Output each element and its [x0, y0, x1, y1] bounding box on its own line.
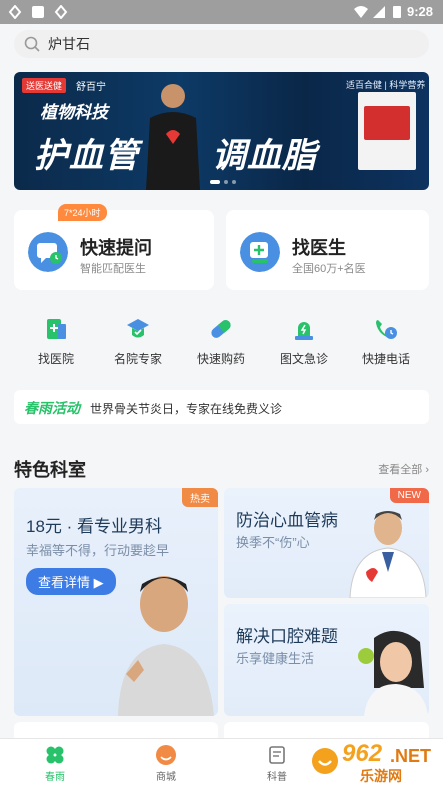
app-icon [32, 6, 44, 18]
quick-item-label: 快捷电话 [361, 352, 410, 366]
site-watermark: 962 .NET 乐游网 [306, 740, 442, 786]
feature-title: 18元 · 看专业男科 [26, 517, 163, 536]
phone-icon [376, 320, 397, 339]
smiling-woman-image [358, 630, 428, 716]
view-all-label: 查看全部 [378, 464, 423, 476]
watermark-suffix: .NET [390, 746, 432, 766]
quick-item-hospital[interactable]: 找医院 [16, 316, 96, 367]
battery-icon [393, 6, 401, 18]
banner-headline-right: 调血脂 [212, 137, 317, 175]
clover-icon [46, 746, 64, 764]
chevron-right-icon: › [425, 464, 429, 476]
hospital-icon [47, 319, 66, 339]
view-details-label: 查看详情 [38, 575, 91, 590]
new-badge: NEW [389, 488, 429, 503]
quick-item-label: 找医院 [37, 352, 74, 366]
activity-logo: 春雨活动 [24, 400, 80, 416]
quick-item-label: 快速购药 [196, 352, 245, 366]
tab-mall[interactable]: 商城 [131, 745, 201, 783]
doctor-man-image [118, 576, 214, 716]
tab-home[interactable]: 春雨 [20, 745, 90, 783]
chat-bubble-icon [28, 232, 68, 272]
quick-ask-title: 快速提问 [80, 238, 152, 258]
carousel-indicator [210, 180, 236, 184]
tab-label: 商城 [156, 772, 176, 783]
tab-science[interactable]: 科普 [242, 745, 312, 783]
quick-item-expert[interactable]: 名院专家 [98, 316, 178, 367]
sync-icon [54, 5, 68, 19]
wifi-icon [354, 6, 368, 18]
status-bar: 9:28 [0, 0, 443, 24]
feature-card-cardiology[interactable]: NEW 防治心血管病 换季不“伤”心 [224, 488, 429, 598]
banner-headline-left: 护血管 [34, 137, 139, 175]
mall-icon [156, 745, 176, 765]
quick-item-label: 名院专家 [113, 352, 162, 366]
feature-subtitle: 幸福等不得，行动要趁早 [26, 543, 170, 558]
banner-brand: 舒百宁 [76, 82, 106, 93]
feature-subtitle: 乐享健康生活 [236, 651, 315, 666]
emergency-icon [295, 322, 313, 340]
activity-banner[interactable]: 春雨活动 世界骨关节炎日，专家在线免费义诊 [14, 390, 429, 424]
watermark-text: 乐游网 [360, 768, 402, 784]
banner-side-text: 适百合健 | 科学营养 [346, 80, 426, 90]
section-title: 特色科室 [14, 460, 86, 480]
feature-subtitle: 换季不“伤”心 [236, 535, 310, 550]
quick-item-phone[interactable]: 快捷电话 [346, 316, 426, 367]
doctor-icon [240, 232, 280, 272]
quick-ask-card[interactable]: 7*24小时 快速提问 智能匹配医生 [14, 204, 214, 290]
find-doctor-title: 找医生 [292, 238, 346, 258]
banner-athlete-image [146, 84, 200, 190]
tab-label: 科普 [267, 772, 287, 783]
search-bar[interactable] [14, 30, 429, 58]
feature-card-dental[interactable]: 解决口腔难题 乐享健康生活 [224, 604, 429, 716]
quick-item-emergency[interactable]: 图文急诊 [264, 316, 344, 367]
signal-icon [373, 6, 385, 18]
find-doctor-card[interactable]: 找医生 全国60万+名医 [226, 210, 429, 290]
expert-icon [127, 319, 149, 338]
quick-item-buy-medicine[interactable]: 快速购药 [181, 316, 261, 367]
hot-badge: 热卖 [182, 488, 218, 507]
watermark-number: 962 [342, 740, 383, 767]
clock: 9:28 [406, 4, 433, 19]
search-input[interactable] [48, 33, 408, 55]
pill-icon [211, 320, 231, 338]
banner-tag: 送医送健 [22, 78, 67, 93]
banner-subtitle: 植物科技 [40, 103, 108, 122]
sync-icon [8, 5, 22, 19]
view-all-link[interactable]: 查看全部 › [378, 461, 429, 477]
activity-text: 世界骨关节炎日，专家在线免费义诊 [90, 402, 283, 416]
quick-item-label: 图文急诊 [279, 352, 328, 366]
service-hours-badge: 7*24小时 [58, 204, 107, 221]
promo-banner[interactable]: 送医送健 舒百宁 植物科技 护血管 调血脂 适百合健 | 科学营养 [14, 72, 429, 190]
product-box-image [358, 92, 416, 170]
quick-menu: 找医院 名院专家 快速购药 图文急诊 快捷电话 [0, 316, 443, 372]
watermark-logo-icon [312, 748, 338, 774]
tab-label: 春雨 [45, 772, 65, 783]
feature-card-andrology[interactable]: 热卖 18元 · 看专业男科 幸福等不得，行动要趁早 查看详情 ▶ [14, 488, 218, 716]
doctor-image [349, 511, 427, 598]
feature-title: 解决口腔难题 [236, 627, 338, 646]
quick-ask-subtitle: 智能匹配医生 [80, 263, 146, 275]
article-icon [269, 746, 285, 764]
find-doctor-subtitle: 全国60万+名医 [292, 263, 366, 275]
feature-title: 防治心血管病 [236, 511, 338, 530]
search-icon [24, 36, 40, 52]
